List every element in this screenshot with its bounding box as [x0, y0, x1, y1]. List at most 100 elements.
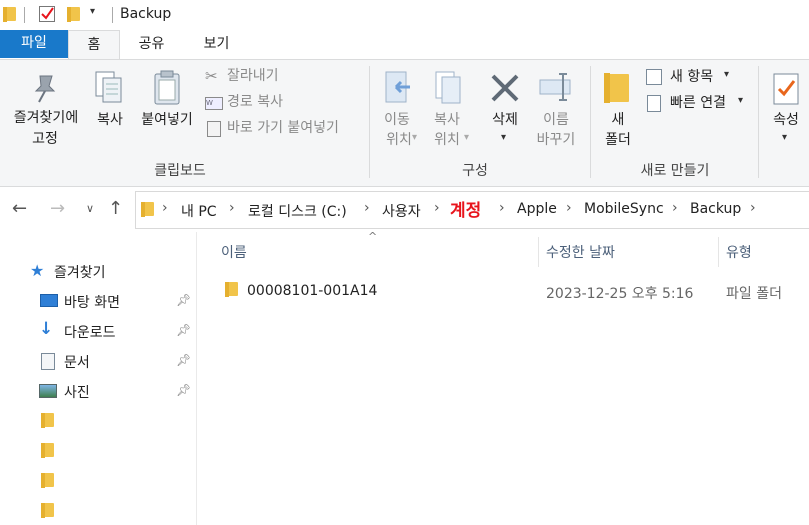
- copy-path-button[interactable]: W 경로 복사: [205, 93, 355, 113]
- file-type: 파일 폴더: [726, 286, 782, 302]
- folder-icon: [141, 202, 154, 217]
- scissors-icon: ✂: [205, 67, 218, 85]
- column-separator[interactable]: [538, 237, 539, 267]
- chevron-down-icon: ▾: [501, 132, 507, 143]
- nav-quick-access-label: 즐겨찾기: [54, 265, 106, 281]
- copy-to-icon: [435, 71, 461, 104]
- properties-quick-icon[interactable]: [39, 6, 55, 22]
- chevron-right-icon[interactable]: ›: [499, 200, 505, 216]
- breadcrumb-local-disk[interactable]: 로컬 디스크 (C:): [248, 201, 347, 221]
- recent-locations-button[interactable]: ∨: [86, 202, 94, 215]
- folder-icon: [3, 7, 16, 22]
- chevron-right-icon[interactable]: ›: [162, 200, 168, 216]
- chevron-right-icon[interactable]: ›: [750, 200, 756, 216]
- tab-home[interactable]: 홈: [68, 30, 120, 60]
- move-label: 이동: [384, 112, 410, 128]
- column-header-modified[interactable]: 수정한 날짜: [546, 242, 615, 262]
- customize-toolbar-chevron-icon[interactable]: ▾: [90, 6, 95, 17]
- new-item-icon: [646, 69, 662, 85]
- pin-icon[interactable]: 📌︎: [176, 293, 191, 307]
- column-separator[interactable]: [718, 237, 719, 267]
- move-to-button[interactable]: 이동 위치 ▾: [374, 70, 420, 152]
- chevron-right-icon[interactable]: ›: [229, 200, 235, 216]
- nav-item-label: 사진: [64, 385, 90, 401]
- chevron-right-icon[interactable]: ›: [434, 200, 440, 216]
- sort-ascending-icon: ^: [368, 230, 378, 243]
- download-arrow-icon: ↓: [39, 319, 54, 339]
- breadcrumb-users[interactable]: 사용자: [382, 201, 421, 221]
- tab-share[interactable]: 공유: [124, 30, 179, 58]
- group-organize-label: 구성: [462, 163, 488, 179]
- pin-icon[interactable]: 📌︎: [176, 383, 191, 397]
- nav-item-documents[interactable]: 문서 📌︎: [38, 352, 193, 372]
- new-item-label: 새 항목: [670, 69, 714, 85]
- nav-item-label: 바탕 화면: [64, 295, 120, 311]
- chevron-down-icon: ▾: [738, 95, 744, 106]
- rename-button[interactable]: 이름 바꾸기: [531, 70, 581, 152]
- folder-icon[interactable]: [41, 413, 54, 428]
- breadcrumb-account[interactable]: 계정: [450, 196, 481, 221]
- copy-to-label: 복사: [434, 112, 460, 128]
- new-folder-button[interactable]: 새 폴더: [596, 70, 640, 152]
- pictures-icon: [39, 384, 57, 398]
- breadcrumb-apple[interactable]: Apple: [517, 201, 557, 217]
- tab-view[interactable]: 보기: [189, 30, 244, 58]
- group-separator: [758, 66, 759, 178]
- properties-button[interactable]: 속성 ▾: [764, 70, 809, 152]
- cut-button[interactable]: ✂ 잘라내기: [205, 67, 355, 87]
- delete-label: 삭제: [492, 112, 518, 128]
- nav-item-pictures[interactable]: 사진 📌︎: [38, 382, 193, 402]
- delete-x-icon: [491, 74, 519, 102]
- forward-button[interactable]: →: [50, 198, 65, 219]
- folder-icon: [604, 73, 629, 103]
- new-folder-label: 폴더: [605, 132, 631, 148]
- pin-icon[interactable]: 📌︎: [176, 323, 191, 337]
- tab-file[interactable]: 파일: [0, 30, 68, 58]
- paste-label: 붙여넣기: [141, 112, 193, 128]
- copy-path-label: 경로 복사: [227, 94, 283, 110]
- easy-access-button[interactable]: 빠른 연결 ▾: [646, 94, 756, 114]
- divider: [112, 7, 113, 23]
- pin-to-quick-access-button[interactable]: 즐겨찾기에 고정: [0, 70, 88, 152]
- up-button[interactable]: ↑: [108, 198, 123, 219]
- table-row[interactable]: 00008101-001A14 2023-12-25 오후 5:16 파일 폴더: [216, 276, 809, 304]
- back-button[interactable]: ←: [12, 198, 27, 219]
- column-header-type[interactable]: 유형: [726, 242, 752, 262]
- pin-icon[interactable]: 📌︎: [176, 353, 191, 367]
- file-modified: 2023-12-25 오후 5:16: [546, 286, 694, 302]
- nav-item-desktop[interactable]: 바탕 화면 📌︎: [38, 292, 193, 312]
- chevron-right-icon[interactable]: ›: [364, 200, 370, 216]
- pin-label: 즐겨찾기에: [13, 110, 79, 126]
- column-header-name[interactable]: 이름: [221, 242, 247, 262]
- file-name: 00008101-001A14: [247, 283, 378, 299]
- rename-icon: [539, 73, 571, 101]
- delete-button[interactable]: 삭제 ▾: [482, 70, 528, 152]
- group-new-label: 새로 만들기: [640, 163, 710, 179]
- copy-to-button[interactable]: 복사 위치 ▾: [424, 70, 470, 152]
- folder-icon[interactable]: [41, 473, 54, 488]
- breadcrumb-mobilesync[interactable]: MobileSync: [584, 201, 664, 217]
- nav-item-downloads[interactable]: ↓ 다운로드 📌︎: [38, 319, 193, 342]
- chevron-right-icon[interactable]: ›: [566, 200, 572, 216]
- chevron-right-icon[interactable]: ›: [672, 200, 678, 216]
- properties-icon: [773, 73, 799, 105]
- new-folder-quick-icon[interactable]: [67, 7, 80, 22]
- new-item-button[interactable]: 새 항목 ▾: [646, 68, 756, 88]
- folder-icon[interactable]: [41, 503, 54, 518]
- copy-button[interactable]: 복사: [88, 70, 132, 134]
- rename-label: 이름: [543, 112, 569, 128]
- breadcrumb-backup[interactable]: Backup: [690, 201, 741, 217]
- group-separator: [369, 66, 370, 178]
- divider: [24, 7, 25, 23]
- folder-icon[interactable]: [41, 443, 54, 458]
- pin-icon: [34, 75, 56, 103]
- paste-shortcut-button[interactable]: 바로 가기 붙여넣기: [205, 119, 360, 139]
- group-clipboard-label: 클립보드: [154, 163, 206, 179]
- paste-button[interactable]: 붙여넣기: [136, 70, 200, 134]
- nav-quick-access[interactable]: ★ 즐겨찾기: [30, 261, 180, 282]
- pin-label: 고정: [32, 131, 58, 147]
- breadcrumb-this-pc[interactable]: 내 PC: [181, 201, 217, 221]
- group-separator: [590, 66, 591, 178]
- paste-shortcut-label: 바로 가기 붙여넣기: [227, 120, 339, 136]
- copy-icon: [95, 71, 122, 103]
